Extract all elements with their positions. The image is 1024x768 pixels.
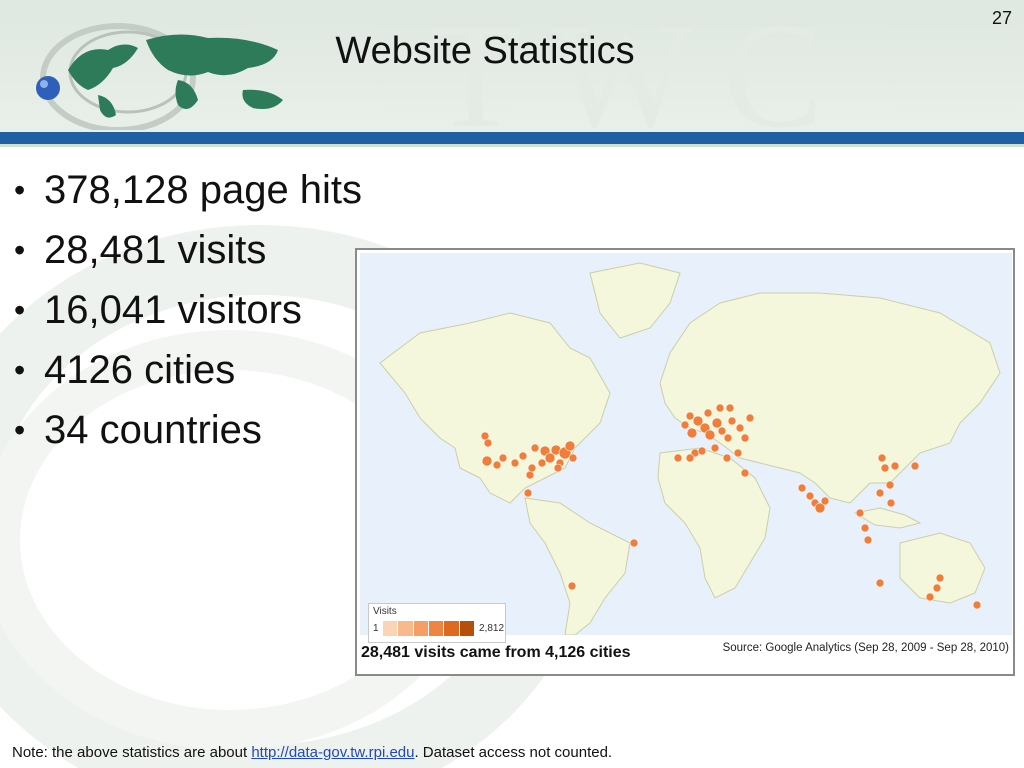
- map-marker: [680, 420, 690, 430]
- world-map: Visits 1 2,812: [360, 253, 1012, 643]
- header-divider: [0, 132, 1024, 144]
- legend-title: Visits: [373, 606, 397, 617]
- map-marker: [820, 496, 830, 506]
- slide-header: TWC Website Statistics 27: [0, 0, 1024, 159]
- map-marker: [553, 463, 563, 473]
- map-marker: [717, 426, 727, 436]
- map-marker: [537, 458, 547, 468]
- map-marker: [673, 453, 683, 463]
- world-map-graphic: [379, 262, 1001, 636]
- bullet-icon: •: [14, 232, 26, 268]
- visits-map-panel: Visits 1 2,812 28,481 visits came from 4…: [355, 248, 1015, 676]
- map-marker: [863, 535, 873, 545]
- map-marker: [875, 578, 885, 588]
- bullet-icon: •: [14, 292, 26, 328]
- visits-legend: Visits 1 2,812: [368, 603, 506, 643]
- map-marker: [685, 411, 695, 421]
- map-marker: [710, 443, 720, 453]
- map-marker: [877, 453, 887, 463]
- map-marker: [740, 433, 750, 443]
- map-marker: [697, 446, 707, 456]
- footnote-prefix: Note: the above statistics are about: [12, 744, 252, 761]
- bullet-icon: •: [14, 412, 26, 448]
- map-marker: [685, 453, 695, 463]
- map-marker: [510, 458, 520, 468]
- map-marker: [481, 455, 493, 467]
- map-marker: [492, 460, 502, 470]
- bullet-icon: •: [14, 172, 26, 208]
- statistics-list: • 378,128 page hits • 28,481 visits • 16,04…: [14, 160, 362, 460]
- map-marker: [711, 417, 723, 429]
- map-marker: [880, 463, 890, 473]
- footnote: Note: the above statistics are about htt…: [12, 744, 612, 761]
- map-marker: [703, 408, 713, 418]
- map-marker: [564, 440, 576, 452]
- map-marker: [855, 508, 865, 518]
- map-footer: 28,481 visits came from 4,126 cities Sou…: [357, 638, 1013, 674]
- map-marker: [686, 427, 698, 439]
- map-marker: [727, 416, 737, 426]
- map-marker: [629, 538, 639, 548]
- map-marker: [567, 581, 577, 591]
- map-marker: [885, 480, 895, 490]
- source-label: Source: Google Analytics (Sep 28, 2009 -…: [722, 642, 1009, 654]
- bullet-icon: •: [14, 352, 26, 388]
- map-marker: [925, 592, 935, 602]
- africa-land: [657, 447, 771, 599]
- south-america-land: [524, 497, 631, 636]
- visits-caption: 28,481 visits came from 4,126 cities: [361, 644, 631, 661]
- map-marker: [723, 433, 733, 443]
- map-marker: [733, 448, 743, 458]
- map-marker: [527, 463, 537, 473]
- map-marker: [910, 461, 920, 471]
- list-item: • 34 countries: [14, 400, 362, 460]
- map-marker: [735, 423, 745, 433]
- list-item: • 4126 cities: [14, 340, 362, 400]
- header-divider-light: [0, 144, 1024, 147]
- map-marker: [483, 438, 493, 448]
- map-marker: [745, 413, 755, 423]
- globe-logo-icon: [36, 23, 283, 130]
- map-marker: [523, 488, 533, 498]
- legend-max: 2,812: [479, 623, 505, 634]
- map-marker: [530, 443, 540, 453]
- map-marker: [860, 523, 870, 533]
- map-marker: [886, 498, 896, 508]
- list-item: • 16,041 visitors: [14, 280, 362, 340]
- map-marker: [725, 403, 735, 413]
- map-marker: [805, 491, 815, 501]
- map-marker: [722, 453, 732, 463]
- north-america-land: [379, 312, 611, 504]
- page-number: 27: [991, 8, 1012, 28]
- map-marker: [518, 451, 528, 461]
- map-marker: [498, 453, 508, 463]
- page-title: Website Statistics: [335, 30, 635, 72]
- map-marker: [740, 468, 750, 478]
- legend-scale: [383, 621, 475, 636]
- list-item: • 28,481 visits: [14, 220, 362, 280]
- map-marker: [715, 403, 725, 413]
- map-marker: [932, 583, 942, 593]
- map-marker: [704, 429, 716, 441]
- australia-land: [899, 532, 986, 604]
- map-marker: [797, 483, 807, 493]
- legend-min: 1: [373, 623, 379, 634]
- data-gov-link[interactable]: http://data-gov.tw.rpi.edu: [251, 744, 414, 761]
- list-item: • 378,128 page hits: [14, 160, 362, 220]
- greenland-land: [589, 262, 681, 339]
- map-marker: [935, 573, 945, 583]
- map-marker: [972, 600, 982, 610]
- footnote-suffix: . Dataset access not counted.: [414, 744, 613, 761]
- map-marker: [568, 453, 578, 463]
- map-marker: [890, 461, 900, 471]
- map-marker: [875, 488, 885, 498]
